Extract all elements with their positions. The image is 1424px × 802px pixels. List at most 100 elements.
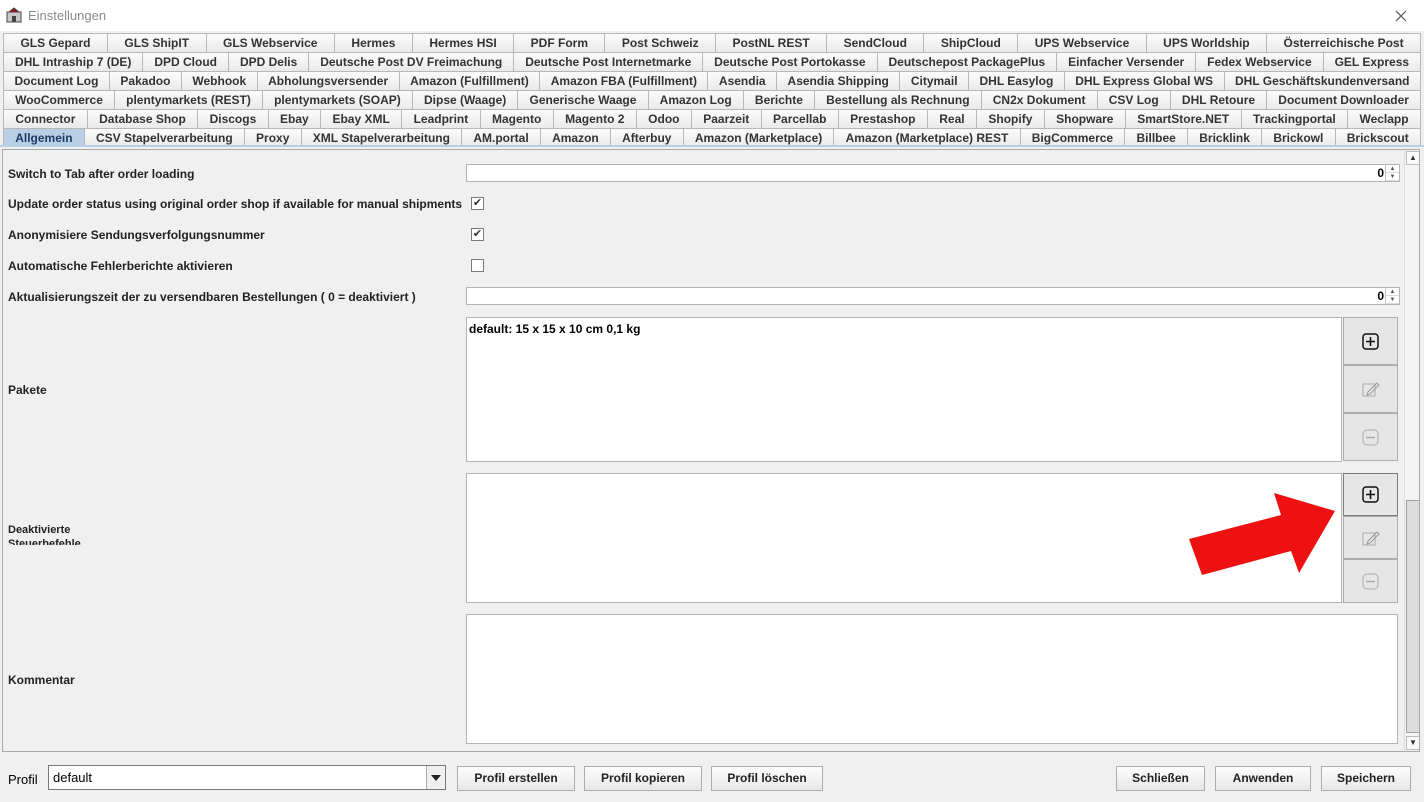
tab-weclapp[interactable]: Weclapp [1348, 109, 1421, 128]
tab-shopify[interactable]: Shopify [977, 109, 1045, 128]
refresh-time-spinner[interactable]: 0 ▲ ▼ [466, 287, 1400, 305]
tab-amazon-log[interactable]: Amazon Log [648, 90, 744, 109]
tab-asendia[interactable]: Asendia [708, 71, 778, 90]
update-status-checkbox[interactable]: ✔ [471, 197, 484, 210]
tab-database-shop[interactable]: Database Shop [87, 109, 199, 128]
deactivated-commands-edit-button[interactable] [1343, 516, 1398, 559]
kommentar-textarea[interactable] [466, 614, 1398, 744]
pakete-add-button[interactable] [1343, 317, 1398, 365]
profil-loeschen-button[interactable]: Profil löschen [711, 766, 823, 791]
tab-dhl-easylog[interactable]: DHL Easylog [969, 71, 1065, 90]
tab-gel-express[interactable]: GEL Express [1323, 52, 1422, 71]
tab-prestashop[interactable]: Prestashop [838, 109, 928, 128]
switch-tab-spinner[interactable]: 0 ▲ ▼ [466, 164, 1400, 182]
tab-gls-webservice[interactable]: GLS Webservice [206, 33, 335, 52]
tab-ups-webservice[interactable]: UPS Webservice [1018, 33, 1147, 52]
close-icon[interactable] [1378, 0, 1424, 31]
tab-fedex-webservice[interactable]: Fedex Webservice [1196, 52, 1324, 71]
tab-deutsche-post-portokasse[interactable]: Deutsche Post Portokasse [703, 52, 878, 71]
error-reports-label: Automatische Fehlerberichte aktivieren [8, 259, 233, 273]
pakete-remove-button[interactable] [1343, 413, 1398, 461]
deactivated-commands-add-button[interactable] [1343, 473, 1398, 516]
tab-gls-gepard[interactable]: GLS Gepard [3, 33, 108, 52]
tab-parcellab[interactable]: Parcellab [761, 109, 839, 128]
tab-citymail[interactable]: Citymail [900, 71, 970, 90]
scroll-down-icon[interactable]: ▼ [1406, 736, 1419, 750]
apply-button[interactable]: Anwenden [1215, 766, 1311, 791]
tab-einfacher-versender[interactable]: Einfacher Versender [1057, 52, 1197, 71]
spinner-down-icon[interactable]: ▼ [1386, 173, 1399, 181]
tab-post-schweiz[interactable]: Post Schweiz [605, 33, 717, 52]
spinner-up-icon[interactable]: ▲ [1386, 288, 1399, 296]
tab-odoo[interactable]: Odoo [636, 109, 692, 128]
tab-dhl-retoure[interactable]: DHL Retoure [1170, 90, 1268, 109]
tab-underline [0, 145, 1424, 147]
tab-pdf-form[interactable]: PDF Form [514, 33, 606, 52]
tab-cn2x-dokument[interactable]: CN2x Dokument [981, 90, 1098, 109]
profil-kopieren-button[interactable]: Profil kopieren [584, 766, 702, 791]
tab-hermes[interactable]: Hermes [334, 33, 413, 52]
tab-deutsche-post-dv-freimachung[interactable]: Deutsche Post DV Freimachung [309, 52, 515, 71]
tab-generische-waage[interactable]: Generische Waage [518, 90, 649, 109]
tab-csv-log[interactable]: CSV Log [1097, 90, 1171, 109]
tab-discogs[interactable]: Discogs [198, 109, 269, 128]
tab-webhook[interactable]: Webhook [181, 71, 258, 90]
tab-abholungsversender[interactable]: Abholungsversender [257, 71, 400, 90]
pakete-list[interactable]: default: 15 x 15 x 10 cm 0,1 kg [466, 317, 1342, 462]
spinner-down-icon[interactable]: ▼ [1386, 296, 1399, 304]
tab-postnl-rest[interactable]: PostNL REST [716, 33, 828, 52]
pakete-edit-button[interactable] [1343, 365, 1398, 413]
tab-deutschepost-packageplus[interactable]: Deutschepost PackagePlus [877, 52, 1058, 71]
tab-hermes-hsi[interactable]: Hermes HSI [412, 33, 515, 52]
tab-connector[interactable]: Connector [3, 109, 88, 128]
close-button[interactable]: Schließen [1116, 766, 1205, 791]
error-reports-checkbox[interactable] [471, 259, 484, 272]
tab-paarzeit[interactable]: Paarzeit [691, 109, 762, 128]
tab-gls-shipit[interactable]: GLS ShipIT [107, 33, 207, 52]
scroll-thumb[interactable] [1406, 500, 1419, 733]
tab-dhl-express-global-ws[interactable]: DHL Express Global WS [1064, 71, 1225, 90]
tab-woocommerce[interactable]: WooCommerce [3, 90, 116, 109]
tab-dpd-cloud[interactable]: DPD Cloud [143, 52, 229, 71]
tab-document-downloader[interactable]: Document Downloader [1267, 90, 1422, 109]
tab-real[interactable]: Real [927, 109, 977, 128]
profil-select[interactable]: default [48, 765, 446, 790]
tab-plentymarkets-rest[interactable]: plentymarkets (REST) [115, 90, 263, 109]
tab-shipcloud[interactable]: ShipCloud [924, 33, 1019, 52]
tab-plentymarkets-soap[interactable]: plentymarkets (SOAP) [262, 90, 413, 109]
tab-shopware[interactable]: Shopware [1044, 109, 1126, 128]
tab-dpd-delis[interactable]: DPD Delis [228, 52, 310, 71]
tab-strip: GLS Gepard GLS ShipIT GLS Webservice Hermes… [0, 31, 1424, 147]
tab-bestellung-als-rechnung[interactable]: Bestellung als Rechnung [815, 90, 982, 109]
profil-erstellen-button[interactable]: Profil erstellen [457, 766, 575, 791]
tab-amazon-fba-fulfillment[interactable]: Amazon FBA (Fulfillment) [540, 71, 709, 90]
tab-magento[interactable]: Magento [480, 109, 554, 128]
pakete-list-item[interactable]: default: 15 x 15 x 10 cm 0,1 kg [469, 322, 640, 336]
tab-österreichische-post[interactable]: Österreichische Post [1267, 33, 1422, 52]
deactivated-commands-remove-button[interactable] [1343, 559, 1398, 603]
vertical-scrollbar[interactable]: ▲ ▼ [1404, 150, 1419, 751]
tab-dipse-waage[interactable]: Dipse (Waage) [412, 90, 519, 109]
tab-leadprint[interactable]: Leadprint [402, 109, 481, 128]
tab-document-log[interactable]: Document Log [3, 71, 110, 90]
chevron-down-icon[interactable] [426, 766, 445, 789]
tab-dhl-intraship-7-de[interactable]: DHL Intraship 7 (DE) [3, 52, 144, 71]
tab-pakadoo[interactable]: Pakadoo [109, 71, 182, 90]
tab-deutsche-post-internetmarke[interactable]: Deutsche Post Internetmarke [514, 52, 704, 71]
tab-dhl-geschäftskundenversand[interactable]: DHL Geschäftskundenversand [1224, 71, 1421, 90]
tab-berichte[interactable]: Berichte [743, 90, 816, 109]
tab-trackingportal[interactable]: Trackingportal [1241, 109, 1349, 128]
save-button[interactable]: Speichern [1321, 766, 1411, 791]
spinner-up-icon[interactable]: ▲ [1386, 165, 1399, 173]
tab-ups-worldship[interactable]: UPS Worldship [1146, 33, 1268, 52]
tab-magento-2[interactable]: Magento 2 [553, 109, 637, 128]
tab-ebay[interactable]: Ebay [268, 109, 322, 128]
tab-ebay-xml[interactable]: Ebay XML [321, 109, 403, 128]
tab-sendcloud[interactable]: SendCloud [827, 33, 925, 52]
tab-asendia-shipping[interactable]: Asendia Shipping [777, 71, 901, 90]
scroll-up-icon[interactable]: ▲ [1406, 151, 1419, 165]
tab-smartstore-net[interactable]: SmartStore.NET [1125, 109, 1242, 128]
tab-row: Document Log Pakadoo Webhook Abholungsverse… [3, 71, 1421, 90]
tab-amazon-fulfillment[interactable]: Amazon (Fulfillment) [399, 71, 541, 90]
anonymize-checkbox[interactable]: ✔ [471, 228, 484, 241]
